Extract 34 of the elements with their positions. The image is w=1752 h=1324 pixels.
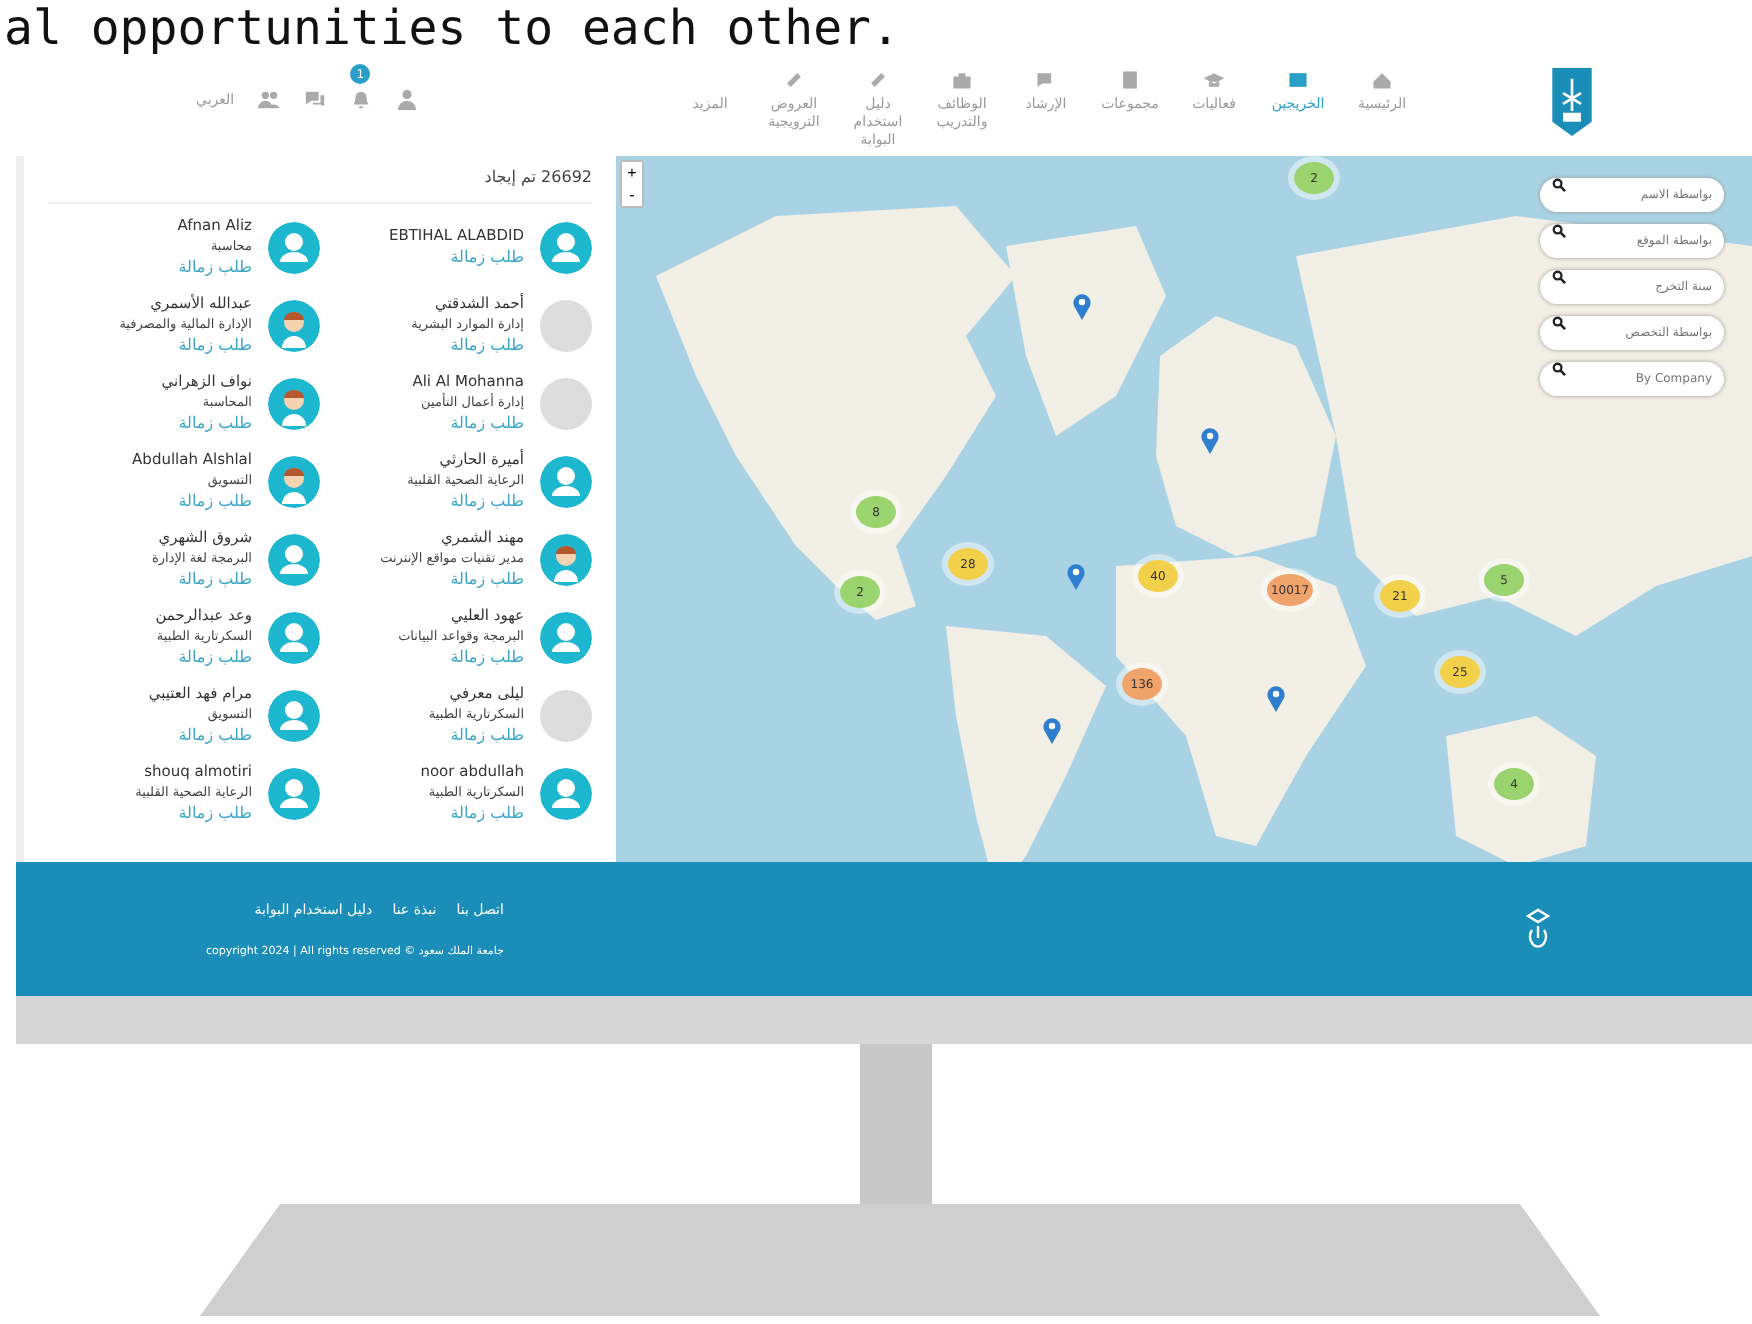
fellowship-request-link[interactable]: طلب زمالة — [84, 804, 252, 824]
fellowship-request-link[interactable]: طلب زمالة — [356, 492, 524, 512]
fellowship-request-link[interactable]: طلب زمالة — [356, 570, 524, 590]
fellowship-request-link[interactable]: طلب زمالة — [84, 492, 252, 512]
fellowship-request-link[interactable]: طلب زمالة — [84, 336, 252, 356]
map-pin-icon[interactable] — [1266, 684, 1286, 712]
fellowship-request-link[interactable]: طلب زمالة — [356, 648, 524, 668]
results-count: 26692 تم إيجاد — [48, 164, 592, 204]
graduate-logo-icon — [1524, 905, 1552, 953]
fellowship-request-link[interactable]: طلب زمالة — [356, 414, 524, 434]
map-pin-icon[interactable] — [1042, 716, 1062, 744]
caption-text: al opportunities to each other. — [2, 0, 900, 56]
fellowship-request-link[interactable]: طلب زمالة — [84, 258, 252, 278]
map-pin-icon[interactable] — [1200, 426, 1220, 454]
chat-icon[interactable] — [304, 88, 327, 110]
fellowship-request-link[interactable]: طلب زمالة — [356, 726, 524, 746]
user-icon[interactable] — [396, 88, 419, 110]
doc-icon — [1118, 68, 1142, 92]
people-icon[interactable] — [258, 88, 281, 110]
fellowship-request-link[interactable]: طلب زمالة — [356, 248, 524, 268]
fellowship-request-link[interactable]: طلب زمالة — [84, 570, 252, 590]
map-pin-icon[interactable] — [1066, 562, 1086, 590]
bell-icon[interactable] — [350, 88, 373, 110]
fellowship-request-link[interactable]: طلب زمالة — [84, 414, 252, 434]
fellowship-request-link[interactable]: طلب زمالة — [84, 648, 252, 668]
cap-icon — [1202, 68, 1226, 92]
bag-icon — [950, 68, 974, 92]
fellowship-request-link[interactable]: طلب زمالة — [356, 336, 524, 356]
university-logo-icon — [1552, 68, 1592, 136]
fellowship-request-link[interactable]: طلب زمالة — [84, 726, 252, 746]
fellowship-request-link[interactable]: طلب زمالة — [356, 804, 524, 824]
home-icon — [1370, 68, 1394, 92]
grid-icon — [1286, 68, 1310, 92]
map-pin-icon[interactable] — [1072, 292, 1092, 320]
